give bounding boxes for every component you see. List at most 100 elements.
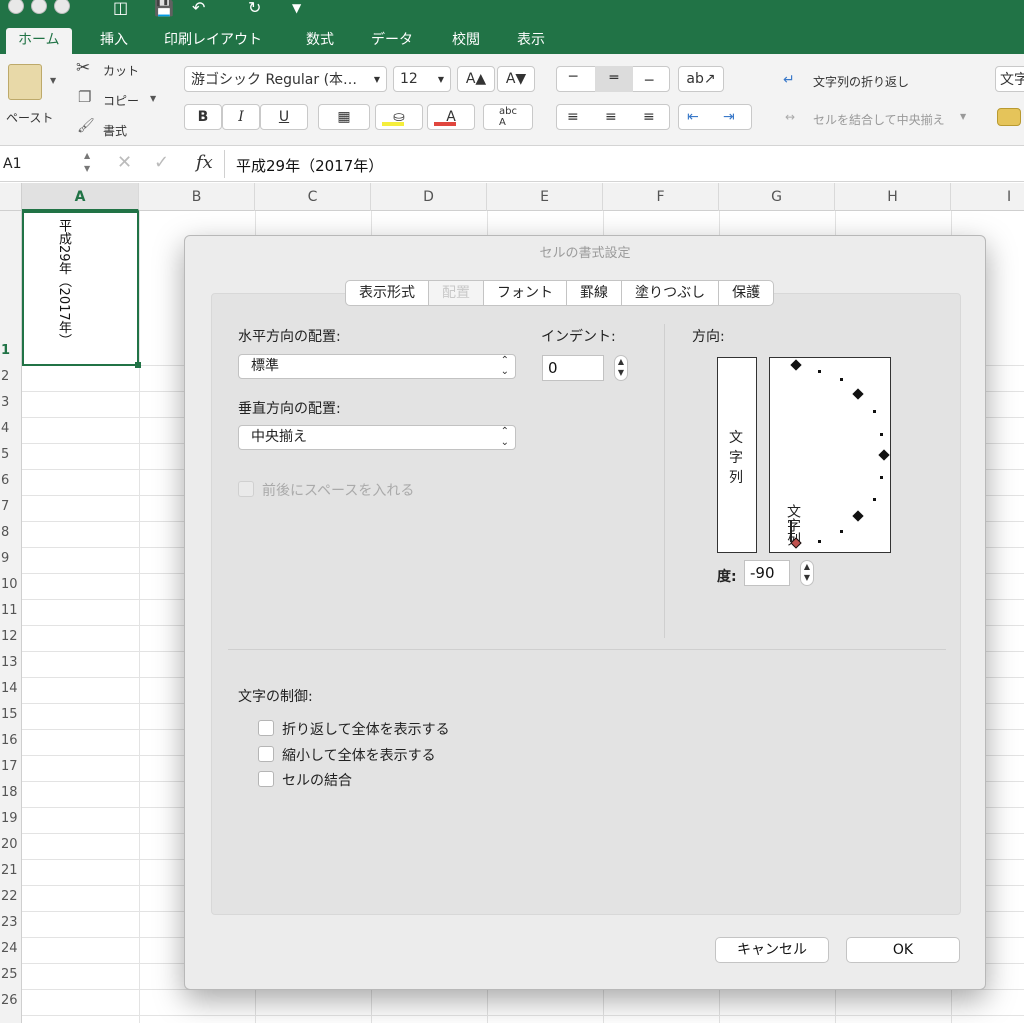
column-header-a[interactable]: A — [22, 183, 139, 211]
column-header-d[interactable]: D — [371, 183, 487, 211]
column-header-i[interactable]: I — [951, 183, 1024, 211]
degree-input[interactable]: -90 — [744, 560, 790, 586]
merge-center-button[interactable]: セルを結合して中央揃え — [813, 111, 945, 128]
align-middle-icon[interactable]: ═ — [595, 66, 633, 92]
font-color-button[interactable]: A — [427, 104, 475, 130]
row-header-26[interactable]: 26 — [0, 993, 22, 1008]
row-header-15[interactable]: 15 — [0, 707, 22, 722]
row-header-14[interactable]: 14 — [0, 681, 22, 696]
row-header-7[interactable]: 7 — [0, 499, 22, 514]
row-header-4[interactable]: 4 — [0, 421, 22, 436]
font-size-select[interactable]: 12 ▼ — [393, 66, 451, 92]
increase-font-size-button[interactable]: A▲ — [457, 66, 495, 92]
row-header-5[interactable]: 5 — [0, 447, 22, 462]
sidebar-icon[interactable]: ◫ — [113, 0, 128, 16]
tab-view[interactable]: 表示 — [505, 28, 557, 54]
name-box-stepper-icon[interactable]: ▲ ▼ — [84, 149, 90, 175]
close-window-button[interactable] — [8, 0, 24, 14]
column-header-c[interactable]: C — [255, 183, 371, 211]
row-header-24[interactable]: 24 — [0, 941, 22, 956]
tab-protection[interactable]: 保護 — [719, 281, 773, 305]
row-header-9[interactable]: 9 — [0, 551, 22, 566]
indent-input[interactable]: 0 — [542, 355, 604, 381]
underline-button[interactable]: U — [260, 104, 308, 130]
cell-a1[interactable]: 平成29年（2017年） — [22, 211, 141, 368]
orientation-button[interactable]: ab↗ — [678, 66, 724, 92]
undo-icon[interactable]: ↶ — [192, 0, 205, 16]
copy-button[interactable]: コピー — [103, 92, 139, 109]
save-icon[interactable]: 💾 — [154, 0, 174, 16]
paste-icon[interactable] — [8, 64, 42, 100]
tab-formulas[interactable]: 数式 — [294, 28, 346, 54]
row-header-18[interactable]: 18 — [0, 785, 22, 800]
redo-icon[interactable]: ↻ — [248, 0, 261, 16]
indent-stepper[interactable]: ▲ ▼ — [614, 355, 628, 381]
orientation-dial[interactable]: 文字列 — [769, 357, 891, 553]
row-header-10[interactable]: 10 — [0, 577, 22, 592]
select-all-corner[interactable] — [0, 183, 22, 211]
row-header-12[interactable]: 12 — [0, 629, 22, 644]
row-header-22[interactable]: 22 — [0, 889, 22, 904]
phonetic-button[interactable]: abc A — [483, 104, 533, 130]
cancel-button[interactable]: キャンセル — [715, 937, 829, 963]
tab-font[interactable]: フォント — [484, 281, 567, 305]
format-painter-button[interactable]: 書式 — [103, 122, 127, 139]
fill-handle[interactable] — [135, 362, 141, 368]
increase-indent-icon[interactable]: ⇥ — [723, 109, 735, 125]
align-bottom-icon[interactable]: ─ — [645, 73, 653, 89]
tab-home[interactable]: ホーム — [6, 28, 72, 54]
align-right-icon[interactable]: ≡ — [643, 109, 655, 125]
row-header-13[interactable]: 13 — [0, 655, 22, 670]
align-top-icon[interactable]: ─ — [569, 69, 577, 85]
paste-dropdown-icon[interactable]: ▼ — [50, 76, 56, 85]
minimize-window-button[interactable] — [31, 0, 47, 14]
column-header-h[interactable]: H — [835, 183, 951, 211]
copy-dropdown-icon[interactable]: ▼ — [150, 94, 156, 103]
degree-stepper[interactable]: ▲ ▼ — [800, 560, 814, 586]
name-box[interactable]: A1 — [3, 156, 21, 172]
paste-label[interactable]: ペースト — [6, 109, 53, 126]
tab-alignment[interactable]: 配置 — [429, 281, 484, 305]
borders-button[interactable]: ▦ — [318, 104, 370, 130]
customize-toolbar-icon[interactable]: ▼ — [292, 0, 301, 16]
tab-review[interactable]: 校閲 — [440, 28, 492, 54]
row-header-17[interactable]: 17 — [0, 759, 22, 774]
decrease-font-size-button[interactable]: A▼ — [497, 66, 535, 92]
vertical-text-button[interactable]: 文字列 — [717, 357, 757, 553]
vertical-alignment-select[interactable]: 中央揃え ⌃ ⌄ — [238, 425, 516, 450]
column-header-b[interactable]: B — [139, 183, 255, 211]
decrease-indent-icon[interactable]: ⇤ — [687, 109, 699, 125]
merge-cells-checkbox[interactable] — [258, 771, 274, 787]
align-center-icon[interactable]: ≡ — [605, 109, 617, 125]
row-header-1[interactable]: 1 — [0, 343, 22, 358]
justify-distributed-checkbox[interactable] — [238, 481, 254, 497]
tab-number[interactable]: 表示形式 — [346, 281, 429, 305]
bold-button[interactable]: B — [184, 104, 222, 130]
wrap-text-button[interactable]: 文字列の折り返し — [813, 73, 909, 90]
insert-function-button[interactable]: fx — [196, 152, 213, 173]
row-header-25[interactable]: 25 — [0, 967, 22, 982]
row-header-16[interactable]: 16 — [0, 733, 22, 748]
row-header-23[interactable]: 23 — [0, 915, 22, 930]
align-left-icon[interactable]: ≡ — [567, 109, 579, 125]
tab-insert[interactable]: 挿入 — [88, 28, 140, 54]
row-header-8[interactable]: 8 — [0, 525, 22, 540]
tab-fill[interactable]: 塗りつぶし — [622, 281, 720, 305]
tab-border[interactable]: 罫線 — [567, 281, 622, 305]
fill-color-button[interactable]: ⛀ — [375, 104, 423, 130]
tab-data[interactable]: データ — [359, 28, 425, 54]
zoom-window-button[interactable] — [54, 0, 70, 14]
horizontal-alignment-select[interactable]: 標準 ⌃ ⌄ — [238, 354, 516, 379]
cancel-edit-icon[interactable]: ✕ — [117, 152, 132, 173]
row-header-6[interactable]: 6 — [0, 473, 22, 488]
column-header-e[interactable]: E — [487, 183, 603, 211]
italic-button[interactable]: I — [222, 104, 260, 130]
row-header-19[interactable]: 19 — [0, 811, 22, 826]
ok-button[interactable]: OK — [846, 937, 960, 963]
row-header-21[interactable]: 21 — [0, 863, 22, 878]
column-header-g[interactable]: G — [719, 183, 835, 211]
row-header-11[interactable]: 11 — [0, 603, 22, 618]
row-header-2[interactable]: 2 — [0, 369, 22, 384]
formula-input[interactable]: 平成29年（2017年） — [236, 155, 383, 176]
number-format-select[interactable]: 文字 — [995, 66, 1024, 92]
